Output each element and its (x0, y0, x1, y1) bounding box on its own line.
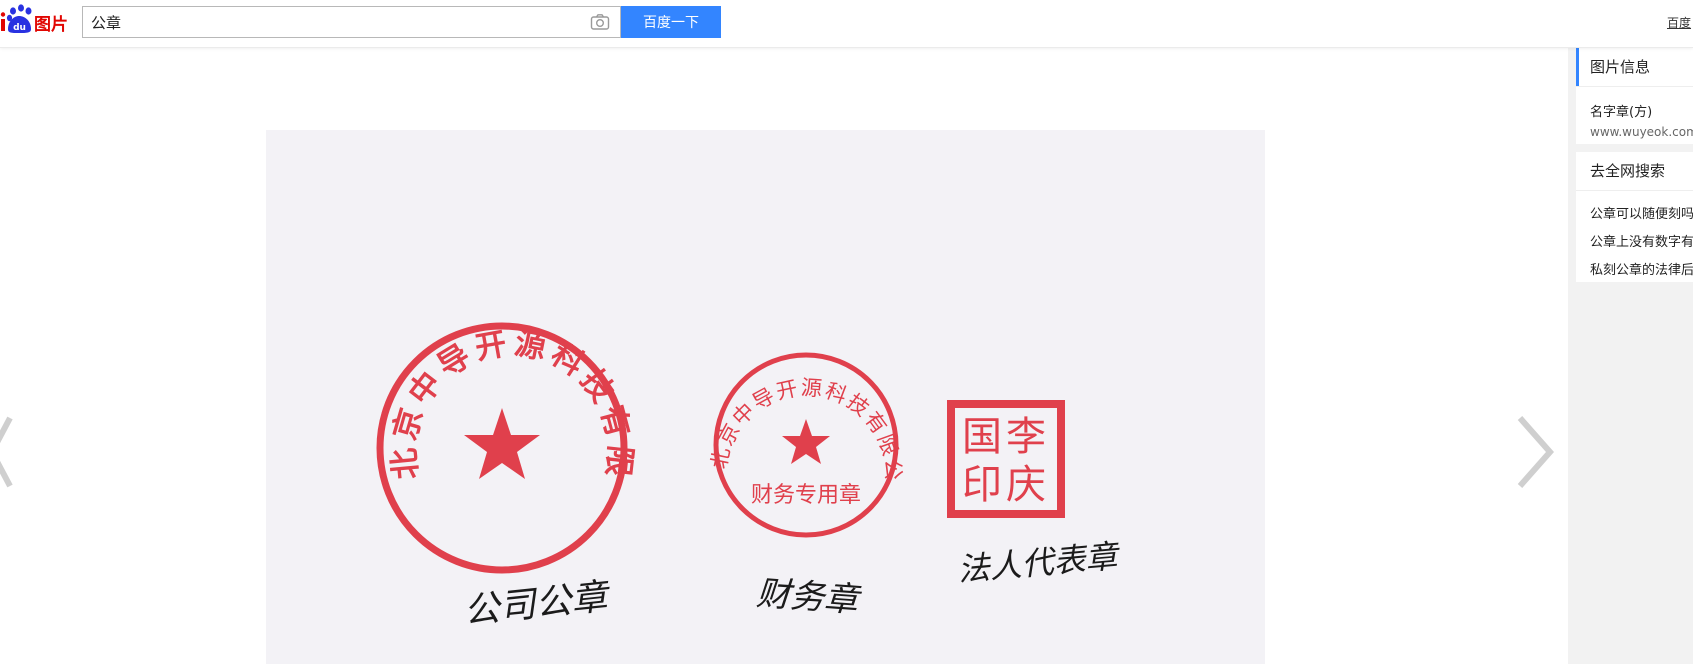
image-name[interactable]: 名字章(方) (1576, 101, 1693, 120)
svg-text:李: 李 (1006, 414, 1046, 460)
paw-logo-icon: du 图片 (0, 4, 68, 35)
svg-text:庆: 庆 (1006, 462, 1046, 508)
related-search-item[interactable]: 私刻公章的法律后果 (1576, 257, 1693, 282)
prev-image-button[interactable] (0, 412, 14, 492)
image-info-card: 图片信息 名字章(方) www.wuyeok.com (1576, 48, 1693, 144)
related-search-item[interactable]: 公章可以随便刻吗 (1576, 201, 1693, 229)
baidu-image-logo[interactable]: du 图片 (0, 2, 74, 38)
image-viewer: 北京中导开源科技有限公司 北京中导开源科技有限公司 财务专用章 李 国 庆 印 (0, 48, 1568, 664)
search-button[interactable]: 百度一下 (621, 6, 721, 38)
search-input[interactable] (83, 7, 563, 37)
baidu-home-link[interactable]: 百度 (1667, 14, 1691, 31)
search-box (82, 6, 621, 38)
image-info-title: 图片信息 (1576, 48, 1693, 87)
chevron-left-icon (0, 416, 13, 488)
related-search-list: 公章可以随便刻吗 公章上没有数字有效吗 私刻公章的法律后果 (1576, 191, 1693, 282)
svg-text:印: 印 (962, 462, 1002, 508)
related-search-item[interactable]: 公章上没有数字有效吗 (1576, 229, 1693, 257)
image-source-link[interactable]: www.wuyeok.com (1576, 125, 1693, 139)
personal-name-seal: 李 国 庆 印 (947, 400, 1065, 518)
stamp-photo: 北京中导开源科技有限公司 北京中导开源科技有限公司 财务专用章 李 国 庆 印 (266, 130, 1265, 664)
svg-text:图片: 图片 (34, 14, 68, 35)
stamp-paper-image: 北京中导开源科技有限公司 北京中导开源科技有限公司 财务专用章 李 国 庆 印 (266, 130, 1265, 664)
svg-text:国: 国 (962, 414, 1002, 460)
camera-icon[interactable] (590, 13, 610, 31)
caption-finance-seal: 财务章 (755, 574, 864, 621)
web-search-title: 去全网搜索 (1576, 152, 1693, 191)
svg-text:du: du (13, 23, 26, 33)
chevron-right-icon (1517, 416, 1555, 488)
next-image-button[interactable] (1512, 412, 1558, 492)
top-bar: du 图片 百度一下 百度 (0, 0, 1693, 48)
web-search-card: 去全网搜索 公章可以随便刻吗 公章上没有数字有效吗 私刻公章的法律后果 (1576, 152, 1693, 282)
side-panel: 图片信息 名字章(方) www.wuyeok.com 去全网搜索 公章可以随便刻… (1568, 48, 1693, 664)
svg-text:财务专用章: 财务专用章 (751, 483, 861, 508)
